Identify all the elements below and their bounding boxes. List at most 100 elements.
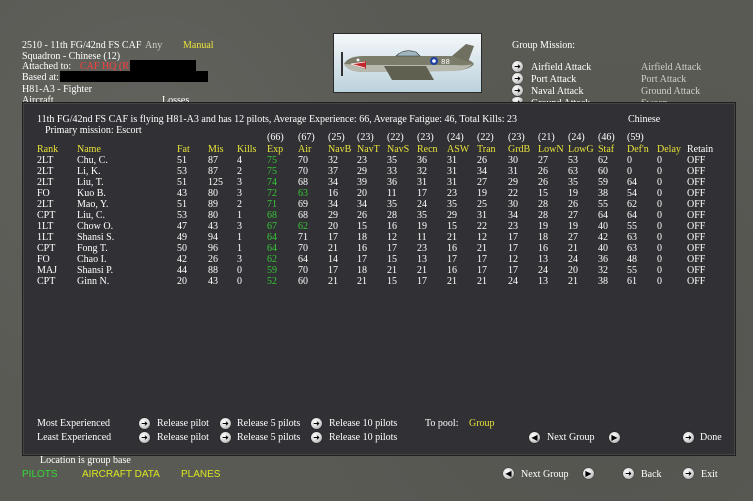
done-button-icon[interactable]: ➜ bbox=[683, 432, 694, 443]
table-row[interactable]: 2LT Li, K. 53 87 2 75 70 37 29 33 32 31 34 31 26 63 60 0 0… bbox=[23, 166, 735, 177]
release-5-most-button[interactable]: Release 5 pilots bbox=[237, 418, 300, 429]
mission-option-label[interactable]: Naval Attack bbox=[531, 86, 583, 97]
cell-retain[interactable]: OFF bbox=[687, 221, 705, 232]
release-pilot-most-button[interactable]: Release pilot bbox=[157, 418, 209, 429]
prev-group-button-icon[interactable]: ◀ bbox=[529, 432, 540, 443]
column-header-defn[interactable]: Def'n bbox=[627, 144, 649, 155]
cell-retain[interactable]: OFF bbox=[687, 265, 705, 276]
arrow-right-icon: ➜ bbox=[514, 74, 521, 83]
cell-lown: 15 bbox=[538, 188, 548, 199]
column-header-air[interactable]: Air bbox=[298, 144, 311, 155]
cell-retain[interactable]: OFF bbox=[687, 177, 705, 188]
column-header-fat[interactable]: Fat bbox=[177, 144, 190, 155]
table-row[interactable]: CPT Fong T. 50 96 1 64 70 21 16 17 23 16 21 17 16 21 40 6… bbox=[23, 243, 735, 254]
column-header-exp[interactable]: Exp bbox=[267, 144, 283, 155]
table-row[interactable]: FO Kuo B. 43 80 3 72 63 16 20 11 17 23 19 22 15 19 38 54 0… bbox=[23, 188, 735, 199]
cell-mis: 43 bbox=[208, 221, 218, 232]
column-header-kills[interactable]: Kills bbox=[237, 144, 256, 155]
mission-option-icon[interactable]: ➜ bbox=[512, 73, 523, 84]
to-pool-value[interactable]: Group bbox=[469, 418, 495, 429]
release-pilot-least-button[interactable]: Release pilot bbox=[157, 432, 209, 443]
cell-navb: 29 bbox=[328, 210, 338, 221]
cell-lown: 26 bbox=[538, 177, 548, 188]
mission-option-icon[interactable]: ➜ bbox=[512, 61, 523, 72]
cell-navb: 17 bbox=[328, 265, 338, 276]
cell-retain[interactable]: OFF bbox=[687, 166, 705, 177]
column-header-retain[interactable]: Retain bbox=[687, 144, 713, 155]
tab-pilots[interactable]: PILOTS bbox=[22, 469, 58, 480]
cell-retain[interactable]: OFF bbox=[687, 188, 705, 199]
tab-aircraft-data[interactable]: AIRCRAFT DATA bbox=[82, 469, 160, 480]
cell-retain[interactable]: OFF bbox=[687, 210, 705, 221]
average-exp: (66) bbox=[267, 132, 284, 143]
table-row[interactable]: 1LT Chow O. 47 43 3 67 62 20 15 16 19 15 22 23 19 19 40 5… bbox=[23, 221, 735, 232]
cell-retain[interactable]: OFF bbox=[687, 254, 705, 265]
column-header-asw[interactable]: ASW bbox=[447, 144, 469, 155]
release-pilot-most-button-icon[interactable]: ➜ bbox=[139, 418, 150, 429]
cell-retain[interactable]: OFF bbox=[687, 232, 705, 243]
cell-retain[interactable]: OFF bbox=[687, 155, 705, 166]
cell-navt: 39 bbox=[357, 177, 367, 188]
cell-rank: CPT bbox=[37, 243, 56, 254]
column-header-delay[interactable]: Delay bbox=[657, 144, 681, 155]
release-10-most-button[interactable]: Release 10 pilots bbox=[329, 418, 397, 429]
release-5-most-button-icon[interactable]: ➜ bbox=[220, 418, 231, 429]
exit-button[interactable]: Exit bbox=[701, 469, 718, 480]
column-header-navb[interactable]: NavB bbox=[328, 144, 351, 155]
release-10-least-button[interactable]: Release 10 pilots bbox=[329, 432, 397, 443]
done-button[interactable]: Done bbox=[700, 432, 722, 443]
manual-setting[interactable]: Manual bbox=[183, 40, 214, 51]
cell-defn: 0 bbox=[627, 166, 632, 177]
release-10-most-button-icon[interactable]: ➜ bbox=[311, 418, 322, 429]
next-group-footer-button[interactable]: Next Group bbox=[521, 469, 569, 480]
release-pilot-least-button-icon[interactable]: ➜ bbox=[139, 432, 150, 443]
release-10-least-button-icon[interactable]: ➜ bbox=[311, 432, 322, 443]
arrow-right-icon: ➜ bbox=[625, 469, 632, 478]
prev-group-footer-icon[interactable]: ◀ bbox=[503, 468, 514, 479]
average-tran: (22) bbox=[477, 132, 494, 143]
table-row[interactable]: MAJ Shansi P. 44 88 0 59 70 17 18 21 21 16 17 17 24 20 3… bbox=[23, 265, 735, 276]
column-header-navs[interactable]: NavS bbox=[387, 144, 409, 155]
cell-mis: 88 bbox=[208, 265, 218, 276]
table-row[interactable]: CPT Liu, C. 53 80 1 68 68 29 26 28 35 29 31 34 28 27 64 6… bbox=[23, 210, 735, 221]
column-header-staf[interactable]: Staf bbox=[598, 144, 614, 155]
column-header-mis[interactable]: Mis bbox=[208, 144, 224, 155]
column-header-rank[interactable]: Rank bbox=[37, 144, 58, 155]
tail-number: 88 bbox=[441, 58, 450, 66]
mission-option-icon[interactable]: ➜ bbox=[512, 85, 523, 96]
cell-kills: 1 bbox=[237, 243, 242, 254]
cell-tran: 34 bbox=[477, 166, 487, 177]
table-row[interactable]: 2LT Liu, T. 51 125 3 74 68 34 39 36 31 31 27 29 26 35 59… bbox=[23, 177, 735, 188]
cell-retain[interactable]: OFF bbox=[687, 243, 705, 254]
cell-exp: 74 bbox=[267, 177, 277, 188]
release-5-least-button[interactable]: Release 5 pilots bbox=[237, 432, 300, 443]
exit-button-icon[interactable]: ➜ bbox=[683, 468, 694, 479]
release-5-least-button-icon[interactable]: ➜ bbox=[220, 432, 231, 443]
cell-navs: 12 bbox=[387, 232, 397, 243]
tab-planes[interactable]: PLANES bbox=[181, 469, 220, 480]
cell-air: 63 bbox=[298, 188, 308, 199]
column-header-lowg[interactable]: LowG bbox=[568, 144, 594, 155]
table-row[interactable]: 2LT Mao, Y. 51 89 2 71 69 34 34 35 24 35 25 30 28 26 55 6… bbox=[23, 199, 735, 210]
back-button-icon[interactable]: ➜ bbox=[623, 468, 634, 479]
column-header-grdb[interactable]: GrdB bbox=[508, 144, 530, 155]
table-row[interactable]: 1LT Shansi S. 49 94 1 64 71 17 18 12 11 21 12 17 18 27 4… bbox=[23, 232, 735, 243]
next-group-panel-button[interactable]: Next Group bbox=[547, 432, 595, 443]
table-row[interactable]: CPT Ginn N. 20 43 0 52 60 21 21 15 17 21 21 24 13 21 38 6… bbox=[23, 276, 735, 287]
average-navt: (23) bbox=[357, 132, 374, 143]
column-header-name[interactable]: Name bbox=[77, 144, 101, 155]
next-group-button-icon[interactable]: ▶ bbox=[609, 432, 620, 443]
column-header-navt[interactable]: NavT bbox=[357, 144, 380, 155]
table-row[interactable]: FO Chao I. 42 26 3 62 64 14 17 15 13 17 17 12 13 24 36 48… bbox=[23, 254, 735, 265]
any-setting[interactable]: Any bbox=[145, 40, 162, 51]
table-row[interactable]: 2LT Chu, C. 51 87 4 75 70 32 23 35 36 31 26 30 27 53 62 0… bbox=[23, 155, 735, 166]
mission-option-label[interactable]: Airfield Attack bbox=[531, 62, 591, 73]
cell-retain[interactable]: OFF bbox=[687, 276, 705, 287]
back-button[interactable]: Back bbox=[641, 469, 662, 480]
cell-retain[interactable]: OFF bbox=[687, 199, 705, 210]
mission-option-label[interactable]: Port Attack bbox=[531, 74, 576, 85]
column-header-recn[interactable]: Recn bbox=[417, 144, 438, 155]
next-group-footer-icon[interactable]: ▶ bbox=[583, 468, 594, 479]
column-header-lown[interactable]: LowN bbox=[538, 144, 564, 155]
column-header-tran[interactable]: Tran bbox=[477, 144, 496, 155]
